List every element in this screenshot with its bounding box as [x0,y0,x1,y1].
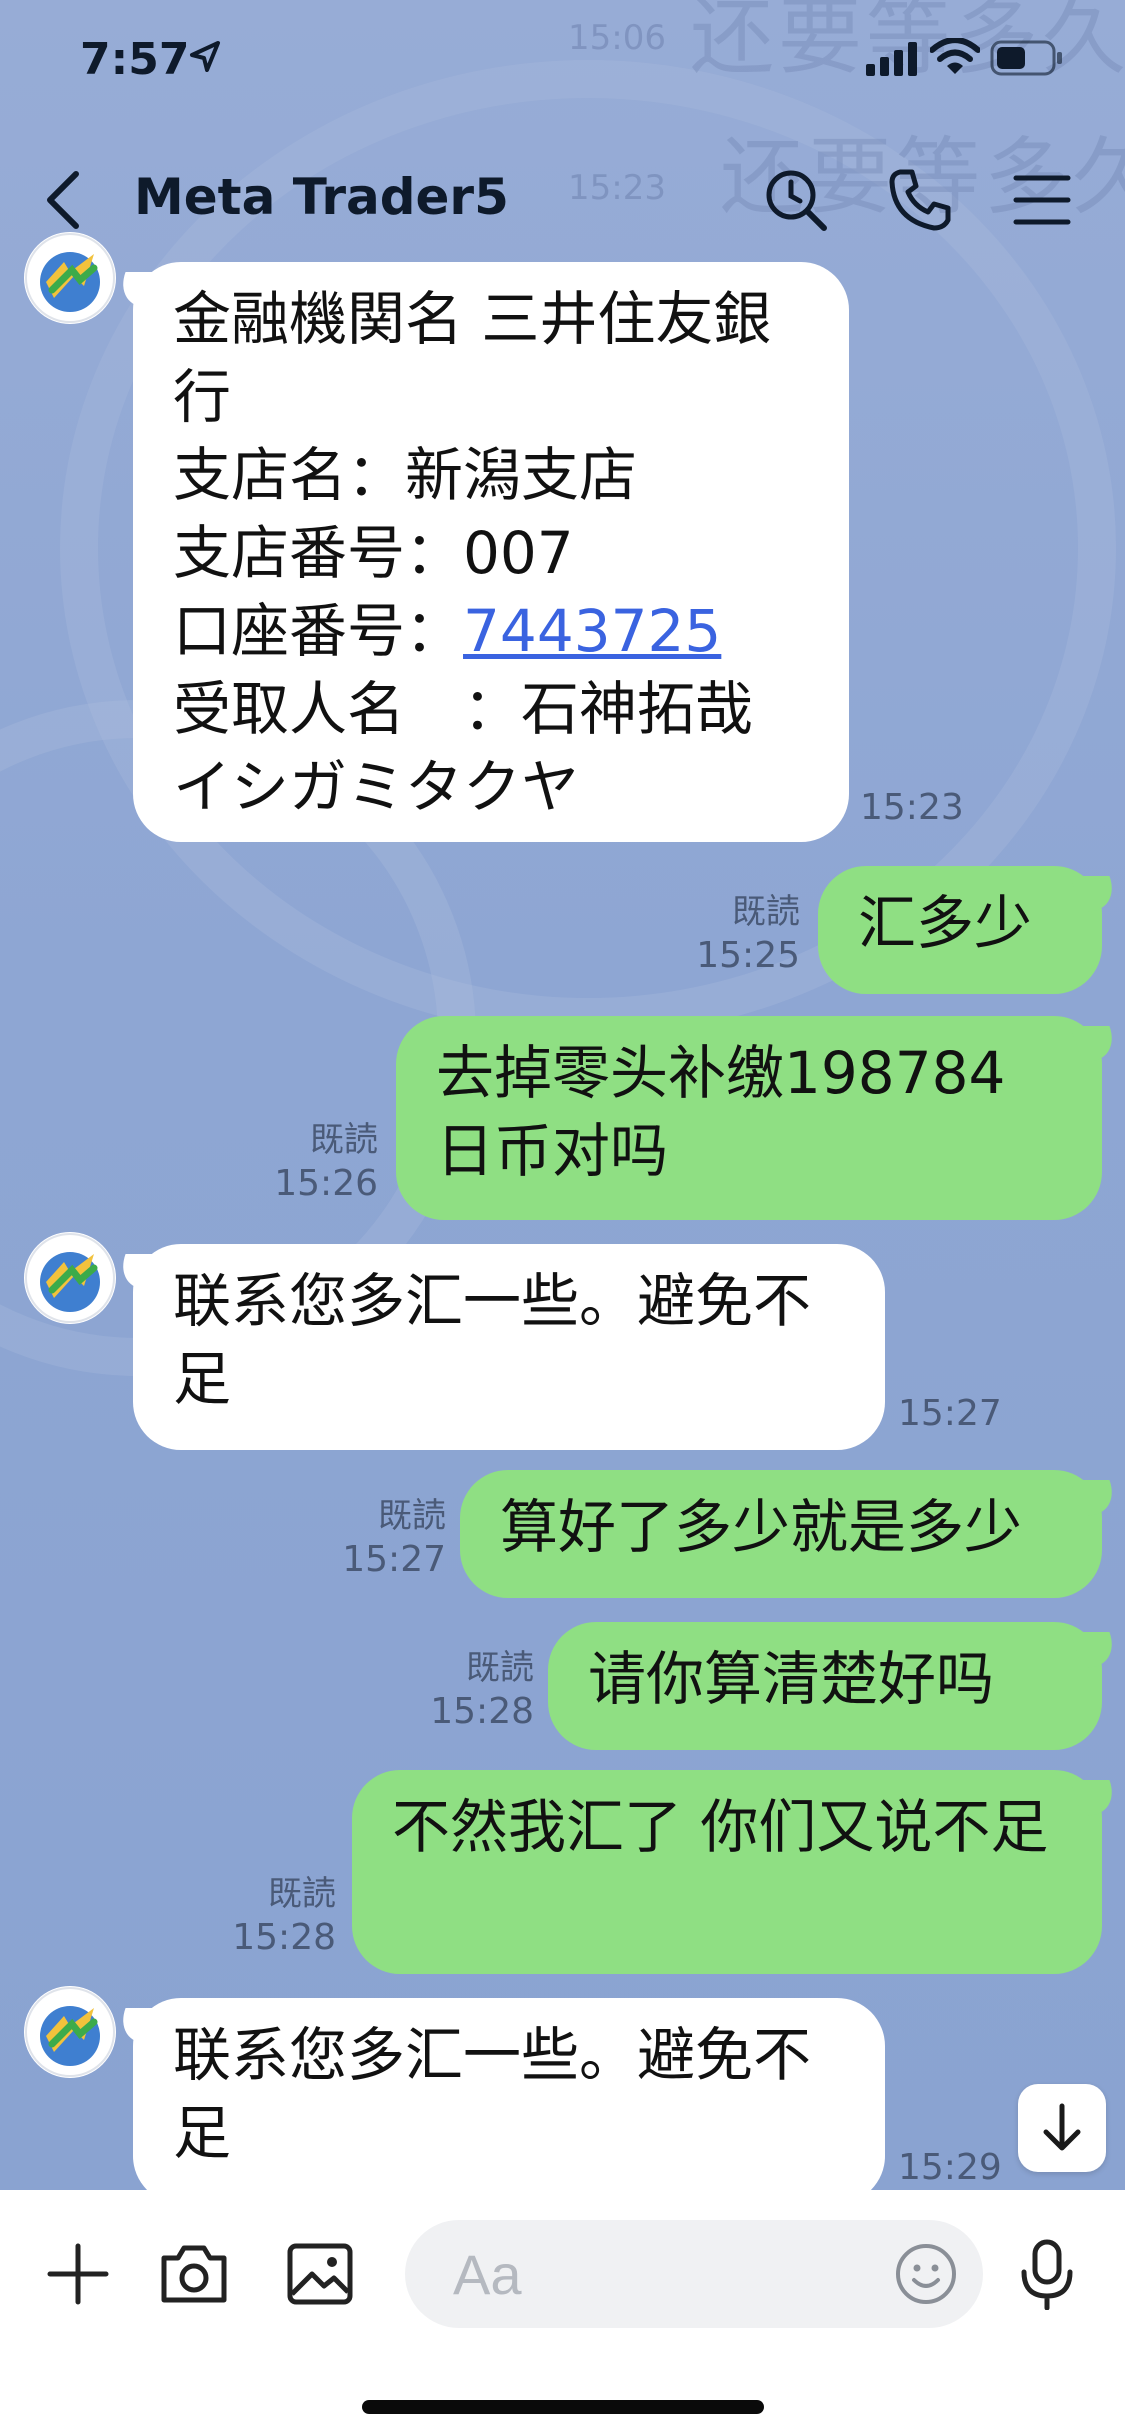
avatar[interactable] [24,1986,116,2078]
message-text: 联系您多汇一些。避免不足 [173,1267,812,1413]
message-meta: 15:29 [898,2146,1002,2190]
message-meta: 既読 15:26 [268,1118,378,1206]
mic-icon[interactable] [1010,2238,1084,2310]
message-bubble-outgoing[interactable]: 算好了多少就是多少 [460,1470,1102,1598]
message-bubble-outgoing[interactable]: 请你算清楚好吗 [548,1622,1102,1750]
scroll-to-bottom-button[interactable] [1018,2084,1106,2172]
message-meta: 既読 15:27 [336,1494,446,1582]
metatrader-logo-icon [25,1233,115,1323]
chat-header: Meta Trader5 [0,150,1125,250]
message-meta: 既読 15:28 [226,1872,336,1960]
message-meta: 15:27 [898,1392,1002,1436]
wifi-icon [930,38,980,74]
back-icon[interactable] [40,168,90,232]
message-text: 去掉零头补缴198784日币对吗 [436,1039,1006,1185]
message-time: 15:28 [232,1917,336,1958]
chat-title: Meta Trader5 [134,168,509,226]
status-time: 7:57 [80,34,190,85]
status-bar: 7:57 [0,0,1125,120]
location-arrow-icon [190,41,220,72]
message-meta: 15:23 [860,786,964,830]
message-time: 15:27 [898,1393,1002,1434]
arrow-down-icon [1043,2103,1081,2151]
message-time: 15:23 [860,787,964,828]
emoji-icon[interactable] [892,2240,960,2308]
image-icon[interactable] [284,2238,356,2310]
camera-icon[interactable] [158,2238,230,2310]
message-text: 联系您多汇一些。避免不足 [173,2021,812,2167]
message-time: 15:28 [430,1691,534,1732]
read-receipt: 既読 [310,1120,378,1160]
message-bubble-outgoing[interactable]: 不然我汇了 你们又说不足 [352,1770,1102,1974]
home-indicator [362,2400,764,2414]
message-bubble-incoming[interactable]: 联系您多汇一些。避免不足 [133,1244,885,1450]
message-text: 请你算清楚好吗 [588,1645,995,1713]
message-bubble-incoming[interactable]: 联系您多汇一些。避免不足 [133,1998,885,2204]
avatar[interactable] [24,1232,116,1324]
message-text: 不然我汇了 你们又说不足 [392,1793,1049,1861]
message-time: 15:26 [274,1163,378,1204]
phone-icon[interactable] [884,164,956,236]
read-receipt: 既読 [466,1648,534,1688]
menu-icon[interactable] [1006,164,1078,236]
metatrader-logo-icon [25,1987,115,2077]
account-number-link[interactable]: 7443725 [463,597,721,665]
battery-icon [990,40,1062,76]
message-text: 汇多少 [858,889,1033,957]
avatar[interactable] [24,232,116,324]
message-bubble-incoming[interactable]: 金融機関名 三井住友銀行 支店名：新潟支店 支店番号：007 口座番号：7443… [133,262,849,842]
message-bubble-outgoing[interactable]: 汇多少 [818,866,1102,994]
read-receipt: 既読 [268,1874,336,1914]
read-receipt: 既読 [732,892,800,932]
plus-icon[interactable] [42,2238,114,2310]
message-text: 受取人名 ：石神拓哉 イシガミタクヤ [173,675,754,821]
search-icon[interactable] [760,164,832,236]
message-meta: 既読 15:25 [690,890,800,978]
message-meta: 既読 15:28 [424,1646,534,1734]
signal-icon [866,42,917,76]
message-text: 算好了多少就是多少 [500,1493,1023,1561]
message-time: 15:29 [898,2147,1002,2188]
read-receipt: 既読 [378,1496,446,1536]
message-time: 15:25 [696,935,800,976]
message-time: 15:27 [342,1539,446,1580]
metatrader-logo-icon [25,233,115,323]
message-bubble-outgoing[interactable]: 去掉零头补缴198784日币对吗 [396,1016,1102,1220]
